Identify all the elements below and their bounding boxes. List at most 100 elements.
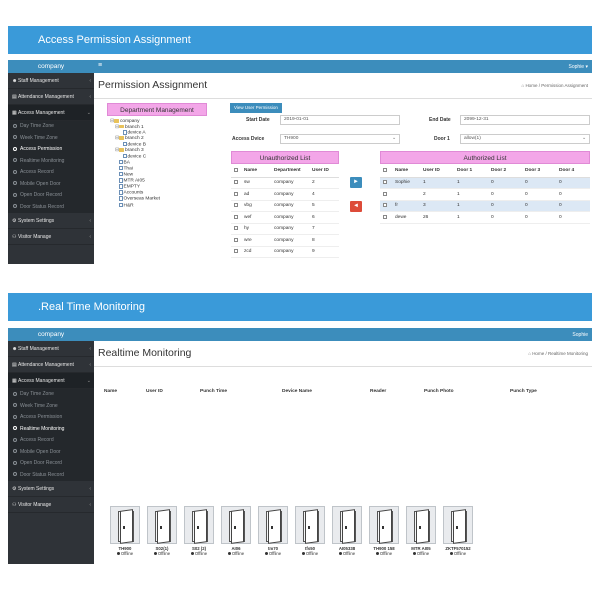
row-checkbox[interactable] bbox=[231, 234, 241, 247]
column-header[interactable]: Door 1 bbox=[454, 165, 488, 178]
door-tile[interactable]: AI05338 Offline bbox=[330, 506, 364, 556]
door-tile[interactable]: AI06 Offline bbox=[219, 506, 253, 556]
sidebar-item-attendance-management[interactable]: ▤Attendance Management ‹ bbox=[8, 89, 94, 105]
cell-door-2: 0 bbox=[488, 200, 522, 212]
sidebar-subitem-week-time-zone[interactable]: Week Time Zone bbox=[8, 401, 94, 413]
row-checkbox[interactable] bbox=[380, 200, 392, 212]
sidebar-item-access-management[interactable]: ▦Access Management ⌄ bbox=[8, 373, 94, 389]
table-row[interactable]: vbg company 5 bbox=[231, 200, 339, 212]
sidebar-item-staff-management[interactable]: ☻Staff Management ‹ bbox=[8, 341, 94, 357]
sidebar-subitem-door-status-record[interactable]: Door Status Record bbox=[8, 470, 94, 482]
file-icon bbox=[119, 202, 123, 208]
door-tile[interactable]: TH900 158 Offline bbox=[367, 506, 401, 556]
chevron-down-icon: ⌄ bbox=[391, 136, 396, 141]
table-row[interactable]: Sophie 1 1 0 0 0 bbox=[380, 177, 590, 189]
tree-node[interactable]: H&R bbox=[110, 202, 160, 209]
door-tile[interactable]: TH900 Offline bbox=[108, 506, 142, 556]
tree-node-label: branch 3 bbox=[125, 148, 144, 154]
sidebar-subitem-mobile-open-door[interactable]: Mobile Open Door bbox=[8, 447, 94, 459]
column-header[interactable]: Door 3 bbox=[522, 165, 556, 178]
column-header-device-name[interactable]: Device Name bbox=[282, 389, 312, 394]
table-row[interactable]: 21000 bbox=[380, 188, 590, 201]
sidebar-item-staff-management[interactable]: ☻Staff Management ‹ bbox=[8, 73, 94, 89]
table-row[interactable]: zcd company 9 bbox=[231, 246, 339, 258]
hamburger-icon[interactable]: ≡ bbox=[98, 62, 102, 69]
file-icon bbox=[119, 165, 123, 171]
door-select[interactable]: allow(1) ⌄ bbox=[460, 134, 590, 144]
row-checkbox[interactable] bbox=[380, 188, 392, 201]
column-header-punch-time[interactable]: Punch Time bbox=[200, 389, 227, 394]
table-row[interactable]: hy company 7 bbox=[231, 223, 339, 235]
table-row[interactable]: wre company 8 bbox=[231, 234, 339, 247]
table-row[interactable]: wef company 6 bbox=[231, 211, 339, 224]
sidebar-subitem-access-permission[interactable]: Access Permission bbox=[8, 144, 94, 156]
column-header[interactable]: Department bbox=[271, 165, 309, 178]
column-header[interactable]: Name bbox=[241, 165, 271, 178]
sidebar-subitem-access-record[interactable]: Access Record bbox=[8, 167, 94, 179]
column-header-user-id[interactable]: User ID bbox=[146, 389, 163, 394]
brand-logo[interactable]: company bbox=[8, 60, 94, 73]
sidebar-subitem-open-door-record[interactable]: Open Door Record bbox=[8, 190, 94, 202]
end-date-field[interactable]: 2099-12-31 bbox=[460, 115, 590, 125]
sidebar-item-visitor-manage[interactable]: ⚇ Visitor Manage ‹ bbox=[8, 497, 94, 513]
access-device-select[interactable]: TH900 ⌄ bbox=[280, 134, 400, 144]
cell-department: company bbox=[271, 246, 309, 258]
table-row[interactable]: fr 3 1 0 0 0 bbox=[380, 200, 590, 212]
brand-logo[interactable]: company bbox=[8, 328, 94, 341]
column-header-punch-type[interactable]: Punch Type bbox=[510, 389, 537, 394]
column-header-name[interactable]: Name bbox=[104, 389, 117, 394]
row-checkbox[interactable] bbox=[380, 177, 392, 189]
sidebar-subitem-week-time-zone[interactable]: Week Time Zone bbox=[8, 133, 94, 145]
door-tile[interactable]: ZKTF570152 Offline bbox=[441, 506, 475, 556]
door-tile[interactable]: S02(1) Offline bbox=[145, 506, 179, 556]
table-row[interactable]: dewe 26 1 0 0 0 bbox=[380, 211, 590, 224]
sidebar-item-access-management[interactable]: ▦Access Management ⌄ bbox=[8, 105, 94, 121]
breadcrumb-home[interactable]: Home bbox=[532, 351, 544, 356]
sidebar-subitem-day-time-zone[interactable]: Day Time Zone bbox=[8, 389, 94, 401]
breadcrumb-home[interactable]: Home bbox=[525, 83, 537, 88]
sidebar-subitem-access-permission[interactable]: Access Permission bbox=[8, 412, 94, 424]
door-tile[interactable]: tfs50 Offline bbox=[293, 506, 327, 556]
row-checkbox[interactable] bbox=[231, 211, 241, 224]
sidebar-item-system-settings[interactable]: ⚙ System Settings ‹ bbox=[8, 481, 94, 497]
table-row[interactable]: ad company 4 bbox=[231, 188, 339, 201]
sidebar-subitem-open-door-record[interactable]: Open Door Record bbox=[8, 458, 94, 470]
column-header[interactable]: User ID bbox=[309, 165, 339, 178]
row-checkbox[interactable] bbox=[380, 211, 392, 224]
subitem-label: Realtime Monitoring bbox=[20, 425, 65, 432]
row-checkbox[interactable] bbox=[231, 246, 241, 258]
door-label: Door 1 bbox=[434, 136, 450, 142]
remove-permission-button[interactable]: ◄ bbox=[350, 201, 362, 212]
sidebar-item-system-settings[interactable]: ⚙ System Settings ‹ bbox=[8, 213, 94, 229]
user-menu[interactable]: Sophie bbox=[572, 332, 588, 338]
row-checkbox[interactable] bbox=[231, 223, 241, 235]
add-permission-button[interactable]: ► bbox=[350, 177, 362, 188]
start-date-field[interactable]: 2019-01-01 bbox=[280, 115, 400, 125]
column-header[interactable]: Name bbox=[392, 165, 420, 178]
table-row[interactable]: sw company 2 bbox=[231, 177, 339, 189]
row-checkbox[interactable] bbox=[231, 188, 241, 201]
row-checkbox[interactable] bbox=[231, 200, 241, 212]
sidebar-item-visitor-manage[interactable]: ⚇ Visitor Manage ‹ bbox=[8, 229, 94, 245]
column-header[interactable]: Door 2 bbox=[488, 165, 522, 178]
door-tile[interactable]: tm70 Offline bbox=[256, 506, 290, 556]
column-header-punch-photo[interactable]: Punch Photo bbox=[424, 389, 454, 394]
view-user-permission-button[interactable]: View User Permission bbox=[230, 103, 282, 113]
tree-node-label: device A bbox=[127, 130, 146, 136]
door-tile[interactable]: MTR AI05 Offline bbox=[404, 506, 438, 556]
select-all-checkbox[interactable] bbox=[231, 165, 241, 178]
select-all-checkbox[interactable] bbox=[380, 165, 392, 178]
sidebar-subitem-day-time-zone[interactable]: Day Time Zone bbox=[8, 121, 94, 133]
column-header[interactable]: Door 4 bbox=[556, 165, 590, 178]
sidebar-subitem-door-status-record[interactable]: Door Status Record bbox=[8, 202, 94, 214]
sidebar-subitem-mobile-open-door[interactable]: Mobile Open Door bbox=[8, 179, 94, 191]
user-menu[interactable]: Sophie ▾ bbox=[569, 64, 588, 70]
column-header-reader[interactable]: Reader bbox=[370, 389, 386, 394]
sidebar-subitem-realtime-monitoring[interactable]: Realtime Monitoring bbox=[8, 156, 94, 168]
row-checkbox[interactable] bbox=[231, 177, 241, 189]
sidebar-subitem-access-record[interactable]: Access Record bbox=[8, 435, 94, 447]
column-header[interactable]: User ID bbox=[420, 165, 454, 178]
door-tile[interactable]: S02 (2) Offline bbox=[182, 506, 216, 556]
sidebar-item-attendance-management[interactable]: ▤Attendance Management ‹ bbox=[8, 357, 94, 373]
sidebar-subitem-realtime-monitoring[interactable]: Realtime Monitoring bbox=[8, 424, 94, 436]
